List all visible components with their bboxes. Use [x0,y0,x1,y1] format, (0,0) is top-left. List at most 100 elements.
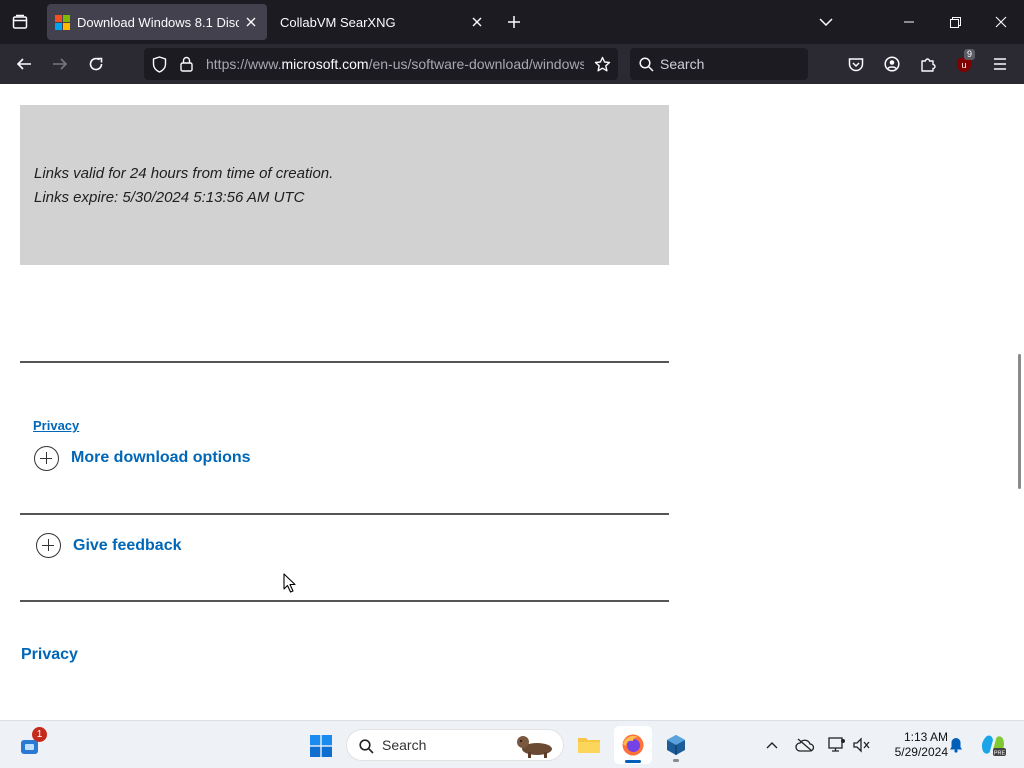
svg-text:u: u [961,60,966,70]
extension-badge: 9 [964,49,976,60]
clock-time: 1:13 AM [903,730,948,744]
close-icon [246,17,256,27]
network-status-button[interactable] [826,735,848,755]
app-menu-button[interactable] [988,52,1012,76]
minimize-button[interactable] [892,6,926,38]
page-scrollbar-thumb[interactable] [1018,354,1021,489]
hamburger-menu-icon [994,58,1006,70]
url-prefix: https://www. [206,56,282,72]
section-divider [20,513,669,515]
arrow-right-icon [53,58,68,70]
taskbar-search-placeholder: Search [382,737,427,753]
volume-status-button[interactable] [851,735,873,755]
puzzle-icon [921,58,936,72]
tab-download-windows[interactable]: Download Windows 8.1 Disc Im [47,4,267,40]
chevron-down-icon [819,18,833,26]
bell-icon [950,738,962,753]
folder-icon [578,738,600,753]
chevron-up-icon [766,741,778,748]
account-button[interactable] [880,52,904,76]
give-feedback-label: Give feedback [73,537,182,554]
volume-muted-icon [853,737,870,753]
navigation-toolbar: https://www.microsoft.com/en-us/software… [0,44,1024,84]
more-download-options-toggle[interactable]: More download options [34,445,274,473]
notifications-button[interactable] [946,735,966,755]
running-app-indicator [673,759,679,762]
star-icon [594,56,610,71]
search-icon [638,56,654,72]
close-icon [472,17,482,27]
widgets-button[interactable]: 1 [16,727,47,761]
shield-icon[interactable] [150,55,168,73]
widgets-notification-badge: 1 [32,727,47,742]
more-download-options-label: More download options [71,449,251,466]
notice-line-validity: Links valid for 24 hours from time of cr… [34,165,334,182]
cloud-off-icon [795,738,815,752]
tab-strip: Download Windows 8.1 Disc Im CollabVM Se… [0,0,1024,44]
tab-title: Download Windows 8.1 Disc Im [77,14,239,30]
list-all-tabs-button[interactable] [814,10,838,34]
search-placeholder: Search [660,56,705,72]
svg-text:PRE: PRE [994,750,1006,756]
microsoft-logo-icon [55,14,70,30]
show-hidden-icons-button[interactable] [762,735,782,755]
back-button[interactable] [12,52,36,76]
start-button[interactable] [306,731,336,761]
tab-title: CollabVM SearXNG [280,14,396,30]
mouse-pointer-icon [283,573,296,593]
reload-icon [89,57,103,71]
search-icon [358,738,374,754]
tab-collabvm-searxng[interactable]: CollabVM SearXNG [271,4,493,40]
arrow-left-icon [16,58,31,70]
privacy-footer-link[interactable]: Privacy [21,646,78,664]
firefox-view-icon [12,14,28,29]
firefox-taskbar-button[interactable] [614,726,652,764]
notice-line-expiry: Links expire: 5/30/2024 5:13:56 AM UTC [34,189,305,206]
bookmark-star-button[interactable] [592,54,612,74]
account-icon [884,56,900,72]
privacy-link-small[interactable]: Privacy [33,418,79,433]
url-path: /en-us/software-download/windows [368,56,584,72]
copilot-button[interactable]: PRE [978,730,1008,760]
close-icon [995,16,1007,28]
reload-button[interactable] [84,52,108,76]
pocket-icon [848,57,864,71]
restore-icon [949,16,961,28]
new-tab-button[interactable] [502,10,526,34]
window-close-button[interactable] [984,6,1018,38]
extensions-button[interactable] [916,52,940,76]
tab-close-button[interactable] [239,10,263,34]
expand-plus-icon [36,533,61,558]
link-expiry-notice: Links valid for 24 hours from time of cr… [20,105,669,265]
onedrive-status-button[interactable] [794,735,816,755]
forward-button[interactable] [48,52,72,76]
taskbar-clock[interactable]: 1:13 AM 5/29/2024 [878,730,948,760]
network-icon [828,737,845,752]
otter-search-highlight-icon [513,732,557,760]
ublock-origin-button[interactable]: u 9 [952,49,976,76]
windows-taskbar: 1 Search 1:13 AM 5/29/2024 PRE [0,720,1024,768]
pocket-button[interactable] [844,52,868,76]
file-explorer-button[interactable] [573,729,605,761]
plus-icon [508,16,520,28]
virtualbox-taskbar-button[interactable] [660,729,692,762]
url-bar[interactable]: https://www.microsoft.com/en-us/software… [144,48,618,80]
windows-logo-icon [310,735,332,757]
lock-icon[interactable] [177,55,195,73]
firefox-view-button[interactable] [8,10,32,34]
url-domain: microsoft.com [281,56,369,72]
section-divider [20,361,669,363]
restore-button[interactable] [938,6,972,38]
search-bar[interactable]: Search [630,48,808,80]
taskbar-search[interactable]: Search [346,729,564,761]
virtualbox-icon [667,735,685,755]
url-text[interactable]: https://www.microsoft.com/en-us/software… [206,56,584,72]
active-app-indicator [625,760,641,763]
copilot-preview-icon: PRE [981,735,1006,756]
tab-close-button[interactable] [465,10,489,34]
section-divider [20,600,669,602]
give-feedback-toggle[interactable]: Give feedback [36,532,216,560]
expand-plus-icon [34,446,59,471]
firefox-icon [622,734,644,756]
minimize-icon [904,21,914,23]
